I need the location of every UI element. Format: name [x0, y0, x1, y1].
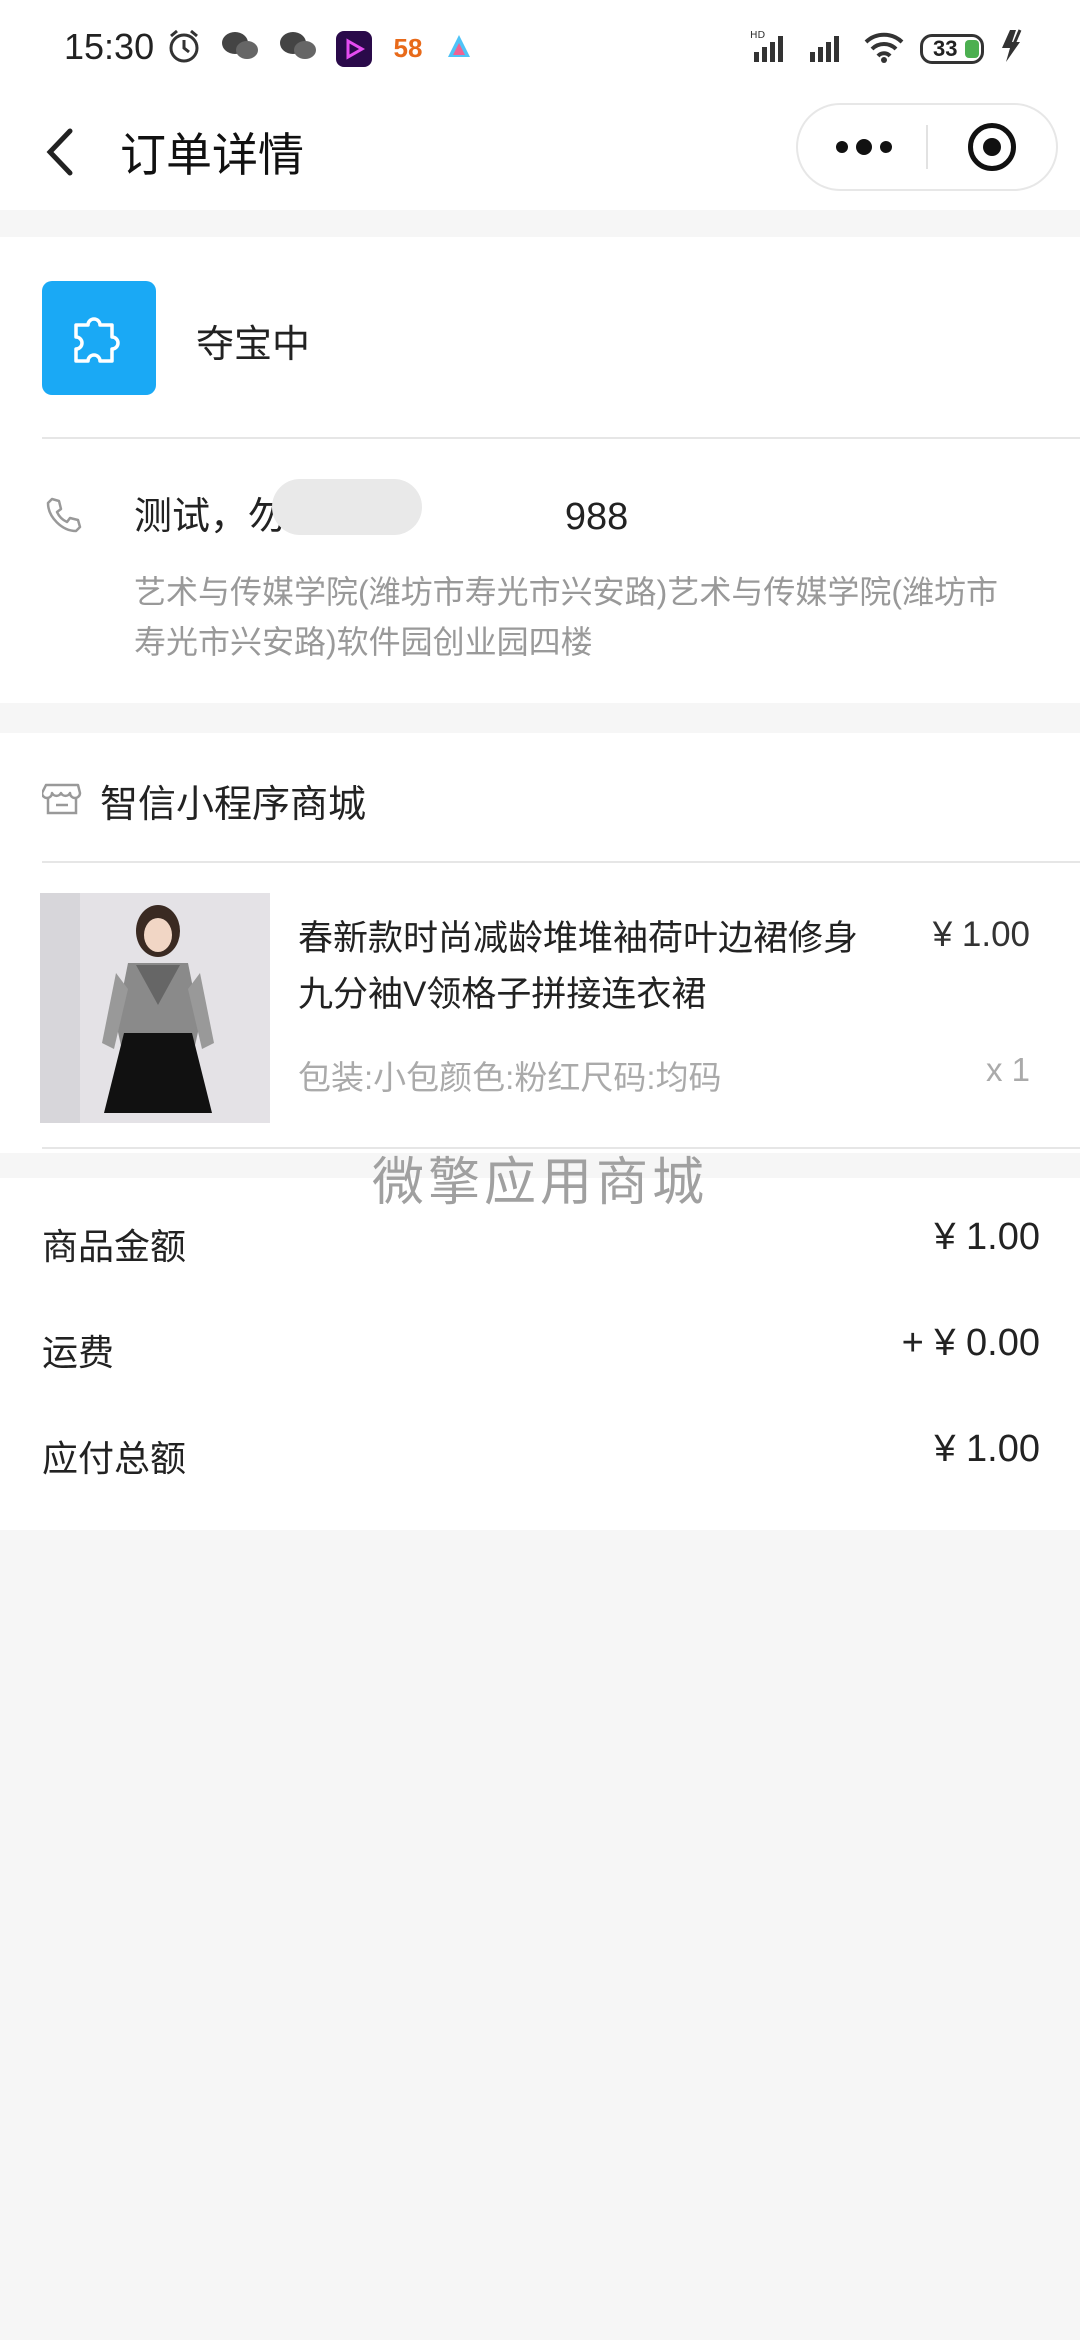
product-name[interactable]: 春新款时尚减龄堆堆袖荷叶边裙修身九分袖V领格子拼接连衣裙 [298, 911, 858, 1023]
more-dot-icon [856, 139, 872, 155]
total-label: 应付总额 [42, 1438, 187, 1479]
status-system-icons: HD 33 [750, 28, 1028, 69]
video-app-icon [336, 30, 372, 67]
status-icon [42, 281, 156, 395]
divider [42, 437, 1080, 439]
target-icon [983, 138, 1001, 156]
miniprogram-capsule [796, 103, 1058, 191]
contact-phone-tail: 988 [564, 496, 629, 538]
dress-image-icon [40, 893, 270, 1123]
charging-icon [998, 28, 1028, 69]
store-name[interactable]: 智信小程序商城 [100, 773, 366, 828]
more-dot-icon [836, 141, 848, 153]
price-summary-card: 商品金额 ¥ 1.00 运费 + ¥ 0.00 应付总额 ¥ 1.00 [0, 1178, 1080, 1530]
capsule-divider [926, 125, 928, 169]
more-button[interactable] [836, 139, 892, 155]
shipping-address: 艺术与传媒学院(潍坊市寿光市兴安路)艺术与传媒学院(潍坊市寿光市兴安路)软件园创… [134, 574, 998, 660]
58-app-icon: 58 [393, 33, 423, 63]
shipping-value: + ¥ 0.00 [901, 1322, 1040, 1364]
close-miniprogram-button[interactable] [968, 123, 1016, 171]
alarm-icon [166, 28, 202, 69]
watermark-text: 微擎应用商城 [372, 1154, 709, 1212]
svg-text:HD: HD [750, 30, 766, 41]
wifi-icon [862, 28, 906, 69]
subtotal-value: ¥ 1.00 [934, 1216, 1040, 1258]
page-title: 订单详情 [120, 129, 304, 181]
subtotal-label: 商品金额 [42, 1226, 187, 1267]
product-card: 智信小程序商城 春新款时尚减龄堆堆袖荷叶边裙修身九分袖V领格子拼接连衣裙 ¥ 1… [0, 733, 1080, 1153]
redacted-phone [272, 479, 422, 535]
order-status-card: 夺宝中 测试，勿发货 18988 艺术与传媒学院(潍坊市寿光市兴安路)艺术与传媒… [0, 237, 1080, 703]
wechat-icon [220, 28, 260, 69]
more-dot-icon [880, 141, 892, 153]
puzzle-icon [74, 317, 120, 363]
signal-icon [808, 28, 848, 69]
product-spec: 包装:小包颜色:粉红尺码:均码 [298, 1059, 722, 1096]
chevron-left-icon [46, 128, 73, 176]
status-bar: 15:30 58 HD 33 [0, 0, 1080, 95]
status-time: 15:30 [64, 26, 155, 67]
battery-level: 33 [933, 35, 958, 61]
product-price: ¥ 1.00 [932, 915, 1030, 954]
app-icon [444, 31, 474, 66]
signal-hd-icon: HD [750, 28, 794, 69]
shipping-label: 运费 [42, 1332, 115, 1373]
store-icon [40, 779, 82, 819]
phone-icon [44, 495, 84, 535]
total-value: ¥ 1.00 [934, 1428, 1040, 1470]
battery-icon: 33 [920, 33, 984, 64]
product-thumbnail[interactable] [40, 893, 270, 1123]
wechat-icon [278, 28, 318, 69]
status-notification-icons: 58 [166, 28, 474, 69]
order-status-text: 夺宝中 [196, 324, 311, 366]
nav-header: 订单详情 [0, 95, 1080, 210]
back-button[interactable] [40, 117, 90, 187]
divider [42, 861, 1080, 863]
product-quantity: x 1 [985, 1051, 1030, 1088]
